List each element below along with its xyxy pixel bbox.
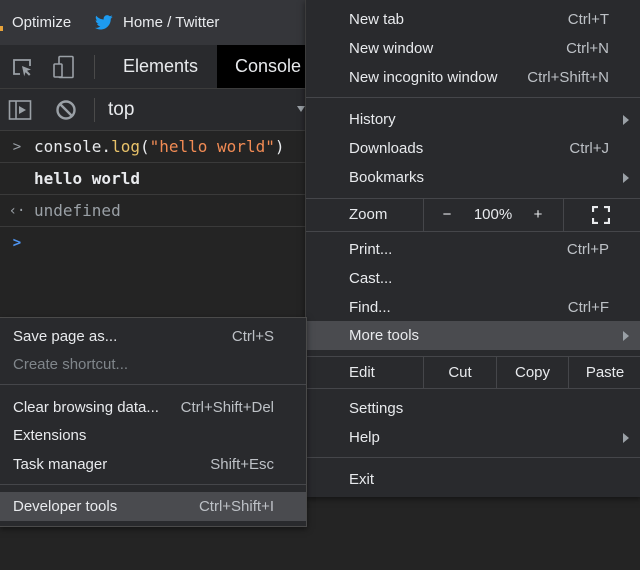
- toolbar-divider: [94, 55, 95, 79]
- tab-elements[interactable]: Elements: [106, 45, 215, 88]
- console-prompt[interactable]: >: [0, 227, 305, 258]
- menu-item-new-tab[interactable]: New tab Ctrl+T: [306, 5, 640, 34]
- context-selector[interactable]: top: [108, 89, 134, 130]
- cut-button[interactable]: Cut: [424, 356, 496, 389]
- bookmark-optimize[interactable]: Optimize: [12, 0, 71, 45]
- devtools-toolbar: Elements Console: [0, 45, 307, 89]
- return-arrow-icon: ‹·: [8, 202, 26, 219]
- menu-item-cast[interactable]: Cast...: [306, 264, 640, 293]
- zoom-label: Zoom: [349, 206, 388, 223]
- copy-button[interactable]: Copy: [497, 356, 568, 389]
- tab-label: Elements: [123, 56, 199, 76]
- zoom-in-button[interactable]: +: [526, 198, 550, 231]
- clear-console-icon[interactable]: [54, 98, 78, 122]
- menu-item-bookmarks[interactable]: Bookmarks: [306, 163, 640, 192]
- console-input-text: console.log("hello world"): [34, 137, 285, 156]
- menu-item-downloads[interactable]: Downloads Ctrl+J: [306, 134, 640, 163]
- menu-item-new-incognito-window[interactable]: New incognito window Ctrl+Shift+N: [306, 63, 640, 92]
- submenu-item-developer-tools[interactable]: Developer tools Ctrl+Shift+I: [0, 492, 306, 521]
- console-output-line: hello world: [0, 163, 305, 195]
- toolbar-divider: [94, 98, 95, 122]
- submenu-item-extensions[interactable]: Extensions: [0, 421, 306, 450]
- fullscreen-icon: [592, 205, 610, 224]
- zoom-out-button[interactable]: −: [434, 198, 460, 231]
- submenu-item-create-shortcut: Create shortcut...: [13, 356, 129, 373]
- menu-item-history[interactable]: History: [306, 105, 640, 134]
- context-value: top: [108, 98, 135, 120]
- menu-divider: [306, 231, 640, 232]
- submenu-item-task-manager[interactable]: Task manager Shift+Esc: [0, 450, 306, 479]
- submenu-arrow-icon: [623, 331, 629, 341]
- menu-item-more-tools[interactable]: More tools: [306, 321, 640, 350]
- paste-button[interactable]: Paste: [569, 356, 640, 389]
- inspect-element-icon[interactable]: [10, 55, 34, 79]
- chevron-down-icon[interactable]: [297, 106, 305, 112]
- menu-item-print[interactable]: Print... Ctrl+P: [306, 235, 640, 264]
- console-toolbar: top: [0, 89, 305, 131]
- bookmark-twitter[interactable]: Home / Twitter: [95, 0, 219, 45]
- menu-divider: [0, 384, 306, 385]
- optimize-icon: [0, 26, 3, 31]
- zoom-row: Zoom − 100% +: [306, 198, 640, 231]
- menu-divider: [306, 457, 640, 458]
- menu-divider: [306, 388, 640, 389]
- tab-label: Console: [235, 56, 302, 76]
- tab-console[interactable]: Console: [217, 45, 307, 88]
- show-sidebar-icon[interactable]: [8, 98, 32, 122]
- submenu-item-save-page-as[interactable]: Save page as... Ctrl+S: [0, 322, 306, 351]
- console-input-line: > console.log("hello world"): [0, 131, 305, 163]
- menu-divider: [0, 484, 306, 485]
- edit-row: Edit Cut Copy Paste: [306, 356, 640, 389]
- device-toolbar-icon[interactable]: [52, 55, 76, 79]
- bookmark-label: Optimize: [12, 14, 72, 31]
- menu-item-new-window[interactable]: New window Ctrl+N: [306, 34, 640, 63]
- menu-item-find[interactable]: Find... Ctrl+F: [306, 293, 640, 322]
- console-result-text: undefined: [34, 201, 121, 220]
- chevron-right-icon: >: [12, 138, 22, 155]
- chrome-main-menu: New tab Ctrl+T New window Ctrl+N New inc…: [305, 0, 640, 497]
- fullscreen-button[interactable]: [586, 198, 616, 231]
- menu-divider: [306, 97, 640, 98]
- submenu-arrow-icon: [623, 115, 629, 125]
- console-output-text: hello world: [34, 169, 140, 188]
- prompt-chevron-icon: >: [12, 234, 22, 251]
- console-result-line: ‹· undefined: [0, 195, 305, 227]
- menu-item-help[interactable]: Help: [306, 423, 640, 452]
- edit-label: Edit: [349, 364, 375, 381]
- more-tools-submenu: Save page as... Ctrl+S Create shortcut..…: [0, 317, 307, 527]
- zoom-level: 100%: [473, 206, 513, 223]
- menu-item-exit[interactable]: Exit: [306, 465, 640, 494]
- menu-item-settings[interactable]: Settings: [306, 394, 640, 423]
- submenu-item-clear-browsing-data[interactable]: Clear browsing data... Ctrl+Shift+Del: [0, 393, 306, 422]
- bookmark-label: Home / Twitter: [123, 14, 220, 31]
- submenu-arrow-icon: [623, 173, 629, 183]
- twitter-icon: [95, 15, 113, 30]
- submenu-arrow-icon: [623, 433, 629, 443]
